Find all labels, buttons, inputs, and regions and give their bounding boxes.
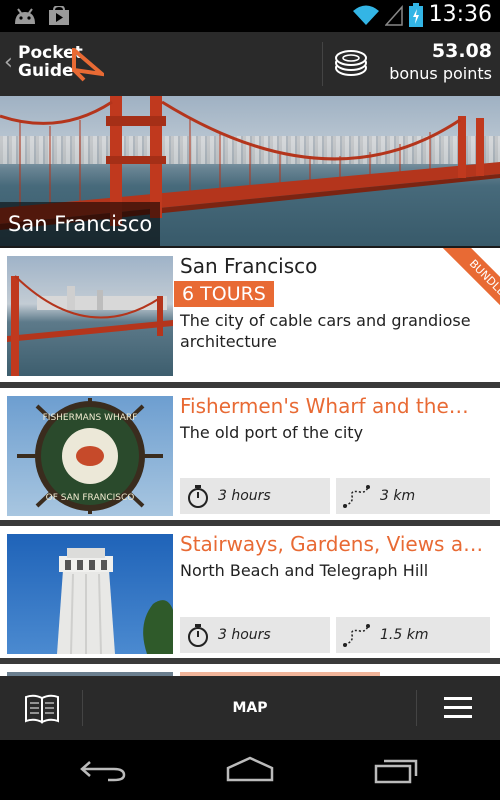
android-icon <box>15 8 35 24</box>
battery-icon <box>408 2 423 27</box>
recent-apps-icon[interactable] <box>374 756 420 784</box>
guidebook-icon[interactable] <box>24 694 60 724</box>
bonus-points[interactable]: 53.08 bonus points <box>389 40 492 83</box>
app-header: ‹ Pocket Guide 53.08 bonus points <box>0 32 500 96</box>
bundle-ribbon: BUNDLE <box>430 248 500 318</box>
system-navigation-bar <box>0 740 500 800</box>
clock: 13:36 <box>428 2 492 27</box>
wharf-sign-text-top: FISHERMANS WHARF <box>43 413 138 423</box>
tour-title: Fishermen's Wharf and the… <box>180 394 469 418</box>
wharf-sign-text-bottom: OF SAN FRANCISCO <box>46 493 135 503</box>
tour-distance: 1.5 km <box>336 617 490 653</box>
route-icon <box>343 485 370 508</box>
pocket-guide-logo[interactable]: Pocket Guide <box>18 44 108 88</box>
map-button[interactable]: MAP <box>200 676 300 740</box>
back-chevron-icon[interactable]: ‹ <box>4 50 13 75</box>
tour-distance-value: 1.5 km <box>380 627 429 643</box>
tour-title: Stairways, Gardens, Views a… <box>180 532 484 556</box>
tour-card[interactable]: Stairways, Gardens, Views a… North Beach… <box>0 526 500 658</box>
back-icon[interactable] <box>80 758 126 782</box>
logo-arrow-icon <box>72 48 104 82</box>
bonus-points-label: bonus points <box>389 64 492 83</box>
tour-thumbnail-coit-tower <box>7 534 173 654</box>
city-card-description: The city of cable cars and grandiose arc… <box>180 311 471 351</box>
tour-distance: 3 km <box>336 478 490 514</box>
bottom-divider-right <box>416 690 417 726</box>
stopwatch-icon <box>188 624 208 647</box>
city-bundle-card[interactable]: San Francisco 6 TOURS BUNDLE The city of… <box>0 248 500 382</box>
home-icon[interactable] <box>226 756 274 782</box>
hamburger-menu-icon[interactable] <box>444 696 472 720</box>
tour-description: North Beach and Telegraph Hill <box>180 561 429 580</box>
tour-duration-value: 3 hours <box>218 627 271 643</box>
bundle-ribbon-label: BUNDLE <box>441 248 500 318</box>
bottom-divider-left <box>82 690 83 726</box>
signal-icon <box>384 4 403 26</box>
tour-card[interactable]: FISHERMANS WHARF OF SAN FRANCISCO Fisher… <box>0 388 500 520</box>
status-bar: 13:36 <box>0 0 500 32</box>
tour-description: The old port of the city <box>180 423 364 442</box>
tour-duration: 3 hours <box>180 617 330 653</box>
stopwatch-icon <box>188 485 208 508</box>
route-icon <box>343 624 370 647</box>
bottom-action-bar: MAP <box>0 676 500 740</box>
city-hero-banner[interactable]: San Francisco <box>0 96 500 246</box>
header-divider <box>322 42 323 86</box>
next-tour-card-partial[interactable] <box>0 664 500 676</box>
tour-duration: 3 hours <box>180 478 330 514</box>
hero-city-title: San Francisco <box>0 202 161 246</box>
logo-text-line2: Guide <box>18 61 74 81</box>
coins-icon[interactable] <box>334 48 368 78</box>
play-store-icon <box>49 6 69 25</box>
bonus-points-value: 53.08 <box>431 40 492 62</box>
tours-count-badge: 6 TOURS <box>174 281 274 307</box>
city-thumbnail <box>7 256 173 376</box>
wifi-icon <box>352 5 379 25</box>
tour-distance-value: 3 km <box>380 488 416 504</box>
tour-thumbnail-wharf: FISHERMANS WHARF OF SAN FRANCISCO <box>7 396 173 516</box>
tour-duration-value: 3 hours <box>218 488 271 504</box>
